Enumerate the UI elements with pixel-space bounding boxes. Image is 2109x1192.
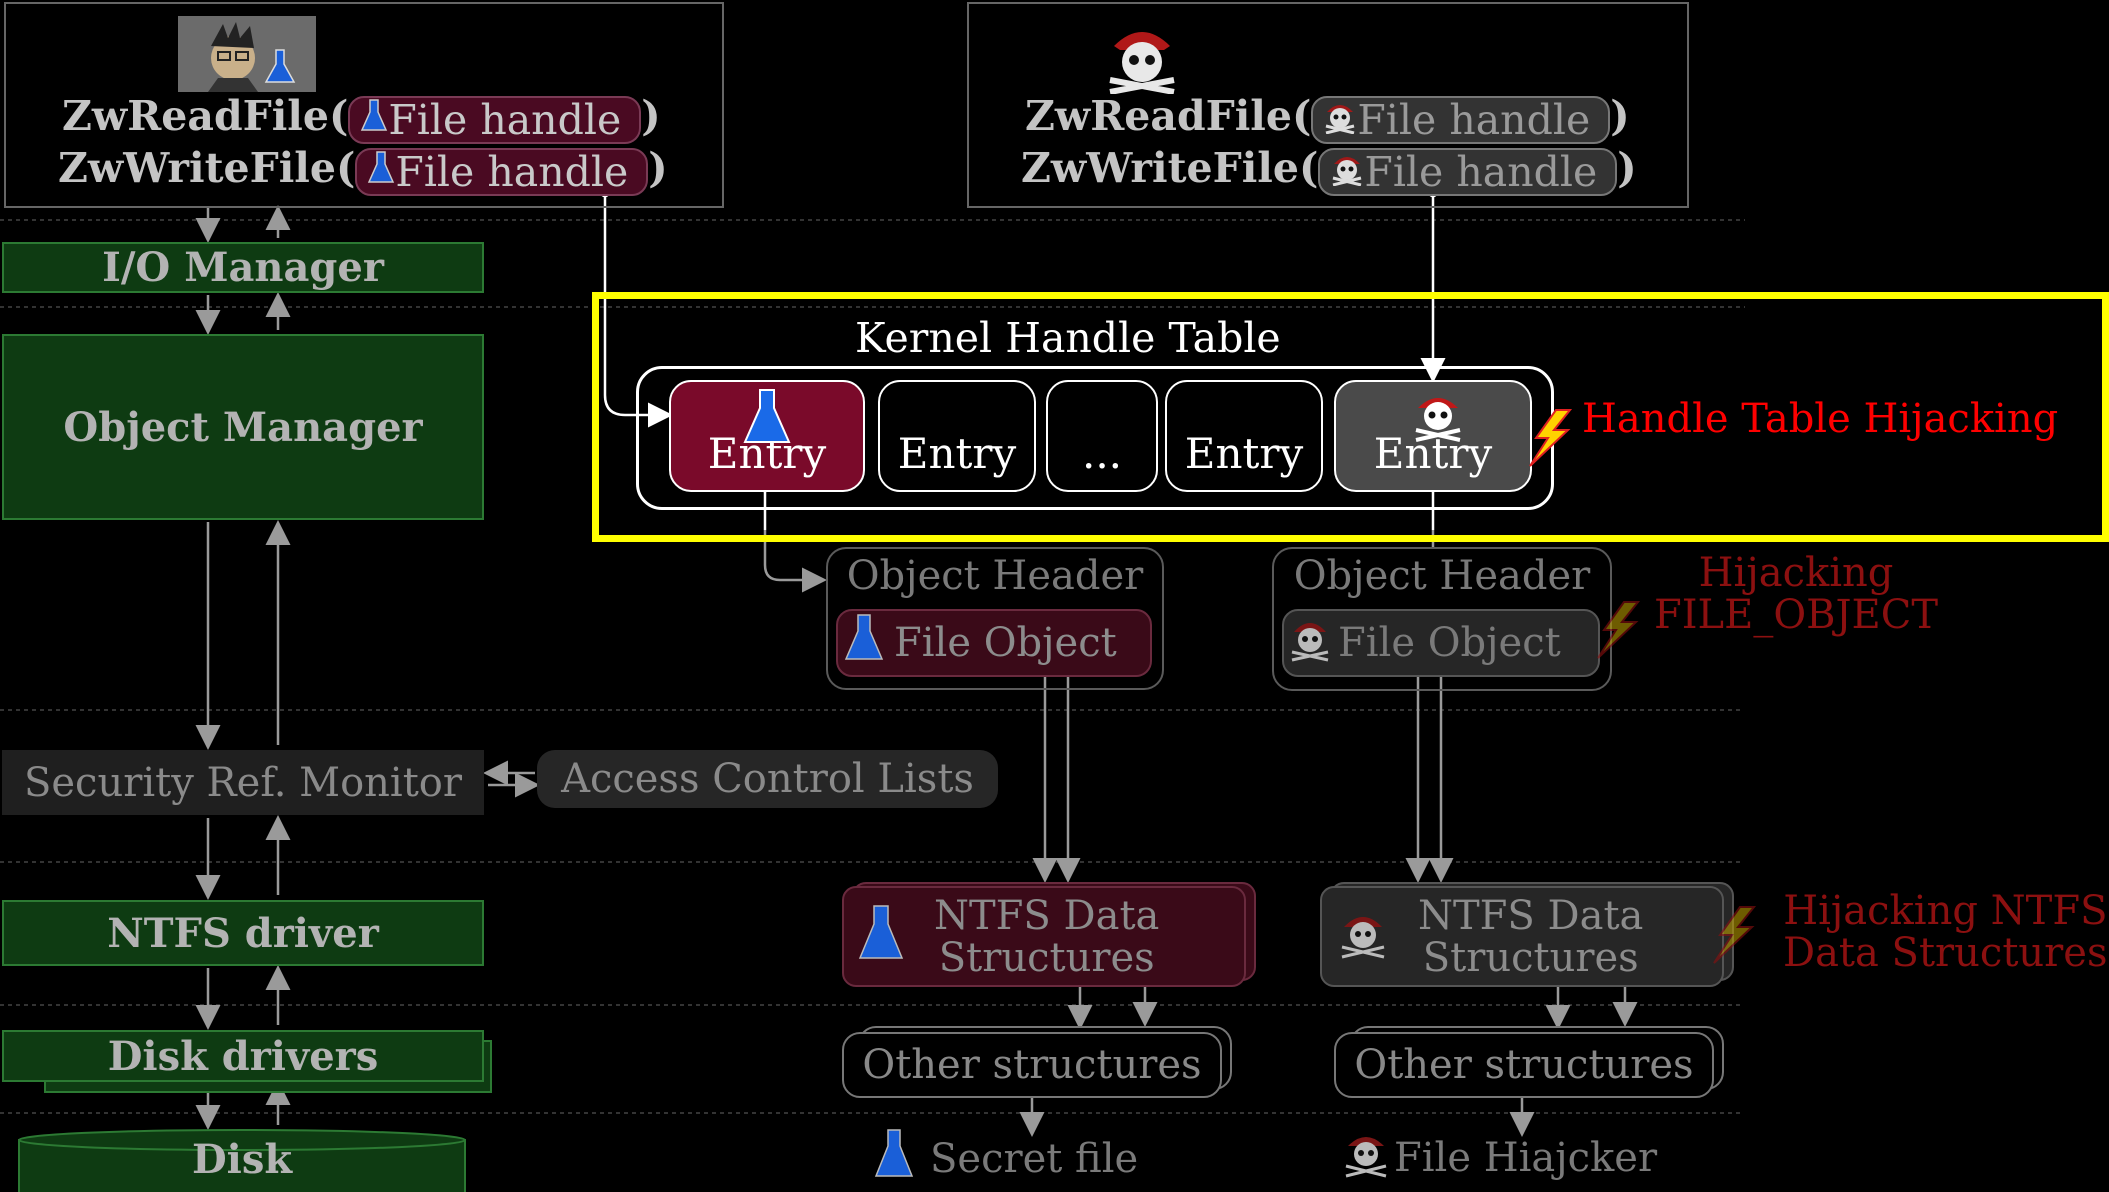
legit-file-handle-read[interactable]: File handle (348, 94, 642, 146)
diagram-canvas: ZwReadFile(File handle) ZwWriteFile(File… (0, 0, 2109, 1192)
ntfs-structures-legit: NTFS Data Structures (842, 886, 1246, 987)
other-structures-legit: Other structures (842, 1032, 1222, 1098)
kernel-handle-table-title: Kernel Handle Table (855, 314, 1281, 362)
disk-layer: Disk (18, 1128, 466, 1192)
file-object-legit[interactable]: File Object (836, 609, 1152, 677)
scientist-avatar-icon (178, 16, 316, 92)
ntfs-driver-layer: NTFS driver (2, 900, 484, 966)
hijacker-call-read: ZwReadFile(File handle) (1025, 92, 1630, 146)
pirate-skull-icon (1342, 1128, 1390, 1188)
object-header-legit: Object Header File Object (826, 547, 1164, 690)
other-structures-hijacker: Other structures (1334, 1032, 1714, 1098)
legend-secret-file: Secret file (874, 1128, 1138, 1190)
object-manager-layer: Object Manager (2, 334, 484, 520)
legit-call-read: ZwReadFile(File handle) (62, 92, 661, 146)
lightning-icon (1522, 408, 1576, 472)
handle-table-hijacking-label: Handle Table Hijacking (1582, 396, 2059, 442)
disk-drivers-layer: Disk drivers (2, 1030, 484, 1082)
io-manager-layer: I/O Manager (2, 242, 484, 293)
object-header-label: Object Header (1293, 553, 1591, 599)
lightning-icon (1590, 600, 1644, 664)
object-header-label: Object Header (846, 553, 1144, 599)
handle-entry[interactable]: Entry (1165, 380, 1323, 492)
legit-file-handle-write[interactable]: File handle (355, 146, 649, 198)
legend-file-hijacker: File Hiajcker (1342, 1128, 1657, 1188)
entry-label: Entry (897, 429, 1017, 478)
access-control-lists: Access Control Lists (537, 750, 998, 808)
pirate-skull-icon (1288, 614, 1332, 672)
handle-entry-ellipsis[interactable]: ... (1046, 380, 1158, 492)
handle-entry[interactable]: Entry (878, 380, 1036, 492)
hijacker-call-write: ZwWriteFile(File handle) (1021, 144, 1637, 198)
handle-entry-legit[interactable]: Entry (669, 380, 865, 492)
handle-entry-hijacked[interactable]: Entry (1334, 380, 1532, 492)
entry-label: Entry (1184, 429, 1304, 478)
file-object-hijacking-label: Hijacking FILE_OBJECT (1654, 550, 1939, 638)
lightning-icon (1706, 905, 1760, 969)
pirate-skull-icon (1412, 388, 1464, 452)
file-object-hijacker[interactable]: File Object (1282, 609, 1600, 677)
flask-icon (858, 904, 904, 970)
ntfs-structures-hijacker: NTFS Data Structures (1320, 886, 1724, 987)
flask-icon (367, 146, 395, 198)
hijacker-file-handle-read[interactable]: File handle (1311, 94, 1611, 146)
pirate-skull-icon (1330, 146, 1364, 198)
pirate-skull-icon (1338, 907, 1388, 967)
flask-icon (874, 1128, 914, 1190)
pirate-skull-icon (1104, 18, 1180, 98)
disk-label: Disk (191, 1136, 293, 1183)
hijacker-file-handle-write[interactable]: File handle (1318, 146, 1618, 198)
legit-call-write: ZwWriteFile(File handle) (58, 144, 668, 198)
ntfs-hijacking-label: Hijacking NTFS Data Structures (1783, 888, 2108, 976)
object-header-hijacker: Object Header File Object (1272, 547, 1612, 691)
flask-icon (844, 613, 884, 673)
entry-label: ... (1081, 429, 1123, 478)
security-ref-monitor-layer: Security Ref. Monitor (2, 750, 484, 815)
pirate-skull-icon (1323, 94, 1357, 146)
flask-icon (743, 388, 791, 456)
flask-icon (360, 94, 388, 146)
